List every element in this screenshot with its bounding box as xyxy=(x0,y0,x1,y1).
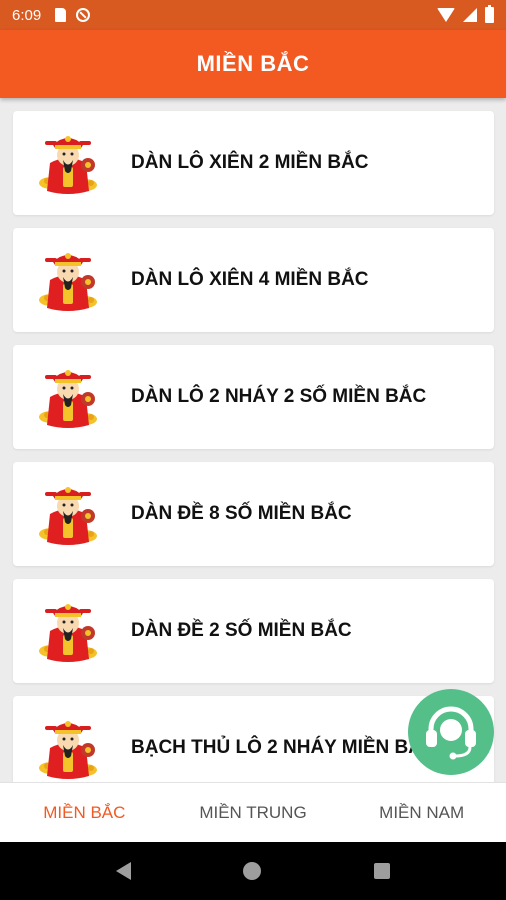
list-item-label: DÀN ĐỀ 2 SỐ MIỀN BẮC xyxy=(131,620,352,641)
sd-card-icon xyxy=(55,8,67,22)
do-not-disturb-icon xyxy=(76,8,91,22)
list-item-label: DÀN LÔ 2 NHÁY 2 SỐ MIỀN BẮC xyxy=(131,386,427,407)
list-item-label: DÀN LÔ XIÊN 2 MIỀN BẮC xyxy=(131,152,369,173)
status-bar: 6:09 xyxy=(0,0,506,30)
tab-mien-trung[interactable]: MIỀN TRUNG xyxy=(169,803,338,823)
god-of-wealth-icon xyxy=(33,127,103,199)
system-nav-bar xyxy=(0,842,506,900)
status-time: 6:09 xyxy=(12,6,42,24)
list-item-dan-de-2-so[interactable]: DÀN ĐỀ 2 SỐ MIỀN BẮC xyxy=(13,579,494,683)
list-item-label: DÀN LÔ XIÊN 4 MIỀN BẮC xyxy=(131,269,369,290)
tab-mien-nam[interactable]: MIỀN NAM xyxy=(337,803,506,823)
headset-support-icon xyxy=(426,706,476,760)
list-item-label: DÀN ĐỀ 8 SỐ MIỀN BẮC xyxy=(131,503,352,524)
god-of-wealth-icon xyxy=(33,361,103,433)
app-bar: MIỀN BẮC xyxy=(0,30,506,98)
support-button[interactable] xyxy=(408,689,494,775)
god-of-wealth-icon xyxy=(33,712,103,782)
battery-icon xyxy=(485,5,494,23)
tab-mien-bac[interactable]: MIỀN BẮC xyxy=(0,803,169,823)
god-of-wealth-icon xyxy=(33,244,103,316)
wifi-icon xyxy=(437,8,455,22)
home-icon[interactable] xyxy=(243,862,262,880)
bottom-nav: MIỀN BẮC MIỀN TRUNG MIỀN NAM xyxy=(0,782,506,842)
menu-list[interactable]: DÀN LÔ XIÊN 2 MIỀN BẮC DÀN LÔ XIÊN 4 MIỀ… xyxy=(0,98,506,782)
back-icon[interactable] xyxy=(116,862,132,880)
god-of-wealth-icon xyxy=(33,478,103,550)
page-title: MIỀN BẮC xyxy=(196,51,310,76)
signal-icon xyxy=(463,8,477,22)
list-item-dan-lo-xien-4[interactable]: DÀN LÔ XIÊN 4 MIỀN BẮC xyxy=(13,228,494,332)
list-item-label: BẠCH THỦ LÔ 2 NHÁY MIỀN BẮC xyxy=(131,737,436,758)
recents-icon[interactable] xyxy=(373,863,390,879)
list-item-dan-lo-2-nhay[interactable]: DÀN LÔ 2 NHÁY 2 SỐ MIỀN BẮC xyxy=(13,345,494,449)
god-of-wealth-icon xyxy=(33,595,103,667)
list-item-dan-de-8-so[interactable]: DÀN ĐỀ 8 SỐ MIỀN BẮC xyxy=(13,462,494,566)
list-item-dan-lo-xien-2[interactable]: DÀN LÔ XIÊN 2 MIỀN BẮC xyxy=(13,111,494,215)
